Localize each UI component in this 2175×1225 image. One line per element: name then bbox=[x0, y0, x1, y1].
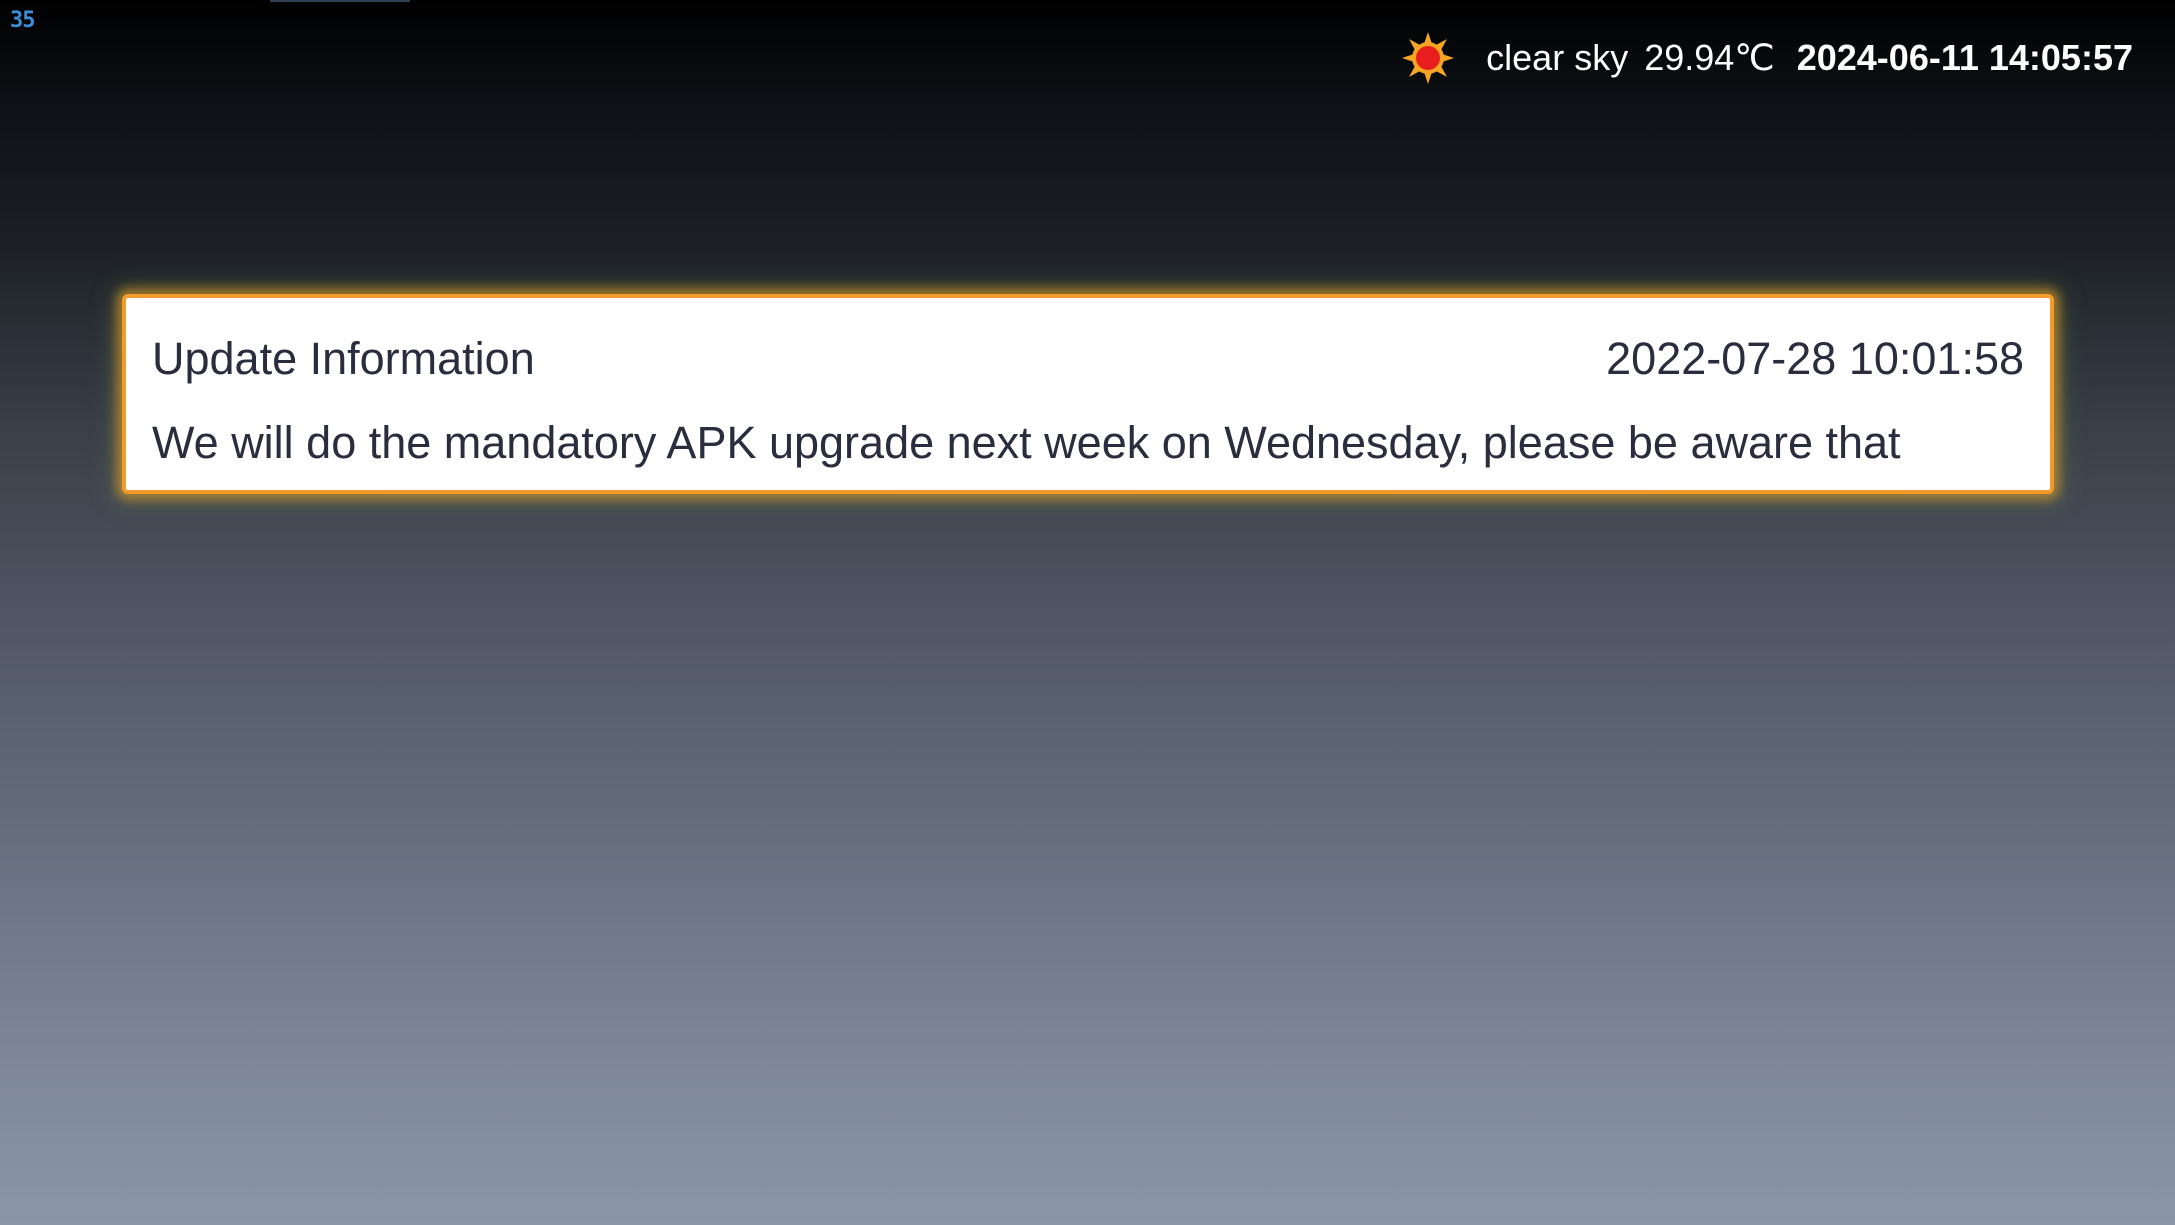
temperature: 29.94℃ bbox=[1644, 37, 1775, 78]
notice-date: 2022-07-28 10:01:58 bbox=[1606, 333, 2024, 384]
update-notice-card[interactable]: Update Information 2022-07-28 10:01:58 W… bbox=[122, 294, 2054, 494]
notice-title: Update Information bbox=[152, 333, 535, 384]
top-accent-line bbox=[270, 0, 410, 2]
corner-counter: 35 bbox=[10, 8, 35, 33]
notice-body: We will do the mandatory APK upgrade nex… bbox=[152, 417, 1901, 468]
weather-description: clear sky bbox=[1486, 37, 1629, 78]
current-datetime: 2024-06-11 14:05:57 bbox=[1796, 37, 2133, 78]
sun-icon bbox=[1400, 30, 1456, 86]
status-bar: clear sky 29.94℃ 2024-06-11 14:05:57 bbox=[1400, 30, 2133, 86]
